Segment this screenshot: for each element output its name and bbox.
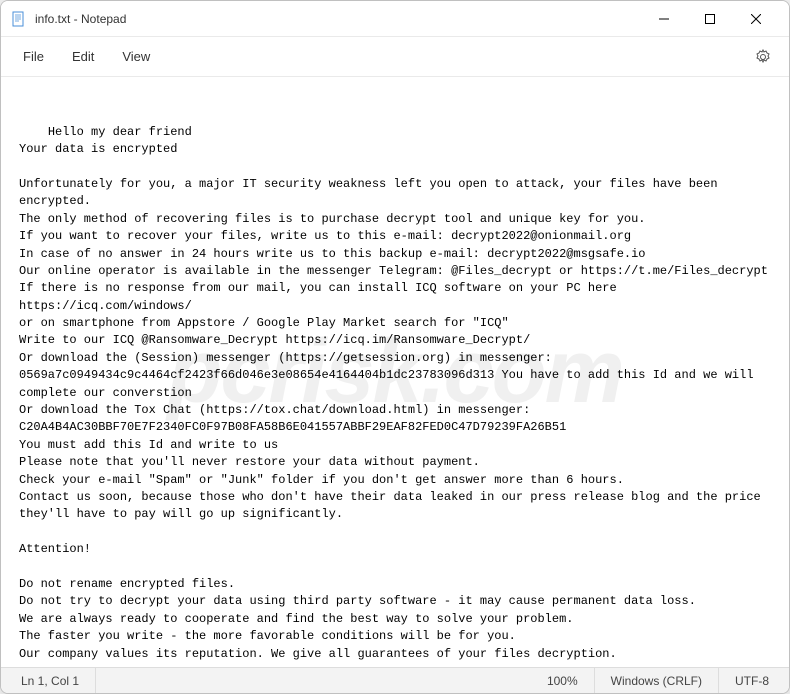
window-title: info.txt - Notepad [35, 12, 641, 26]
statusbar: Ln 1, Col 1 100% Windows (CRLF) UTF-8 [1, 667, 789, 693]
status-encoding: UTF-8 [719, 668, 785, 693]
menubar: File Edit View [1, 37, 789, 77]
status-lineending: Windows (CRLF) [595, 668, 719, 693]
notepad-icon [11, 11, 27, 27]
notepad-window: info.txt - Notepad File Edit View pcrisk… [0, 0, 790, 694]
menu-view[interactable]: View [108, 43, 164, 70]
status-zoom[interactable]: 100% [531, 668, 595, 693]
document-text: Hello my dear friend Your data is encryp… [19, 125, 768, 667]
minimize-button[interactable] [641, 3, 687, 35]
menu-file[interactable]: File [9, 43, 58, 70]
titlebar: info.txt - Notepad [1, 1, 789, 37]
menu-edit[interactable]: Edit [58, 43, 108, 70]
maximize-button[interactable] [687, 3, 733, 35]
gear-icon [755, 49, 771, 65]
text-area[interactable]: pcrisk.com Hello my dear friend Your dat… [1, 77, 789, 667]
settings-button[interactable] [745, 39, 781, 75]
status-position: Ln 1, Col 1 [5, 668, 96, 693]
close-button[interactable] [733, 3, 779, 35]
window-controls [641, 3, 779, 35]
